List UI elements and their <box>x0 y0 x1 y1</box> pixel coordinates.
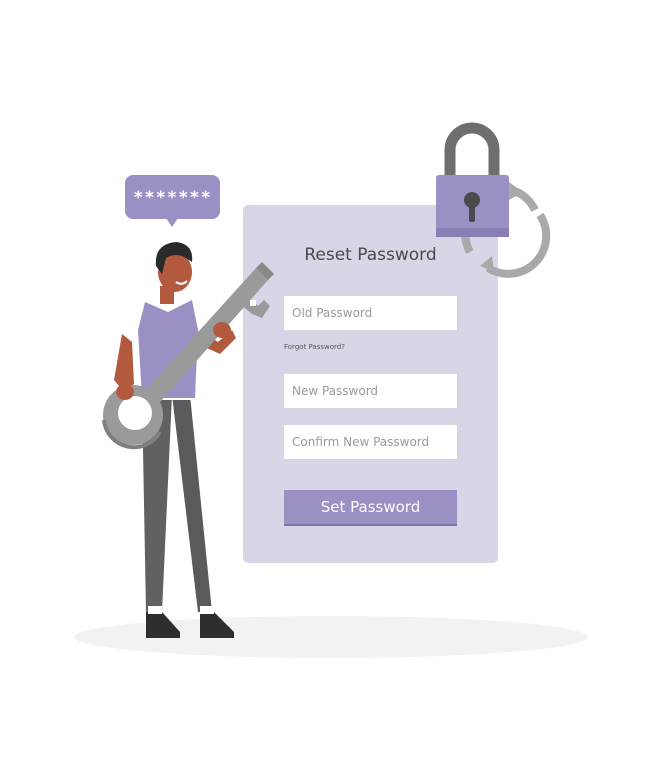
reset-password-illustration: Reset Password Forgot Password? Set Pass… <box>0 0 662 766</box>
key-icon <box>102 262 274 450</box>
